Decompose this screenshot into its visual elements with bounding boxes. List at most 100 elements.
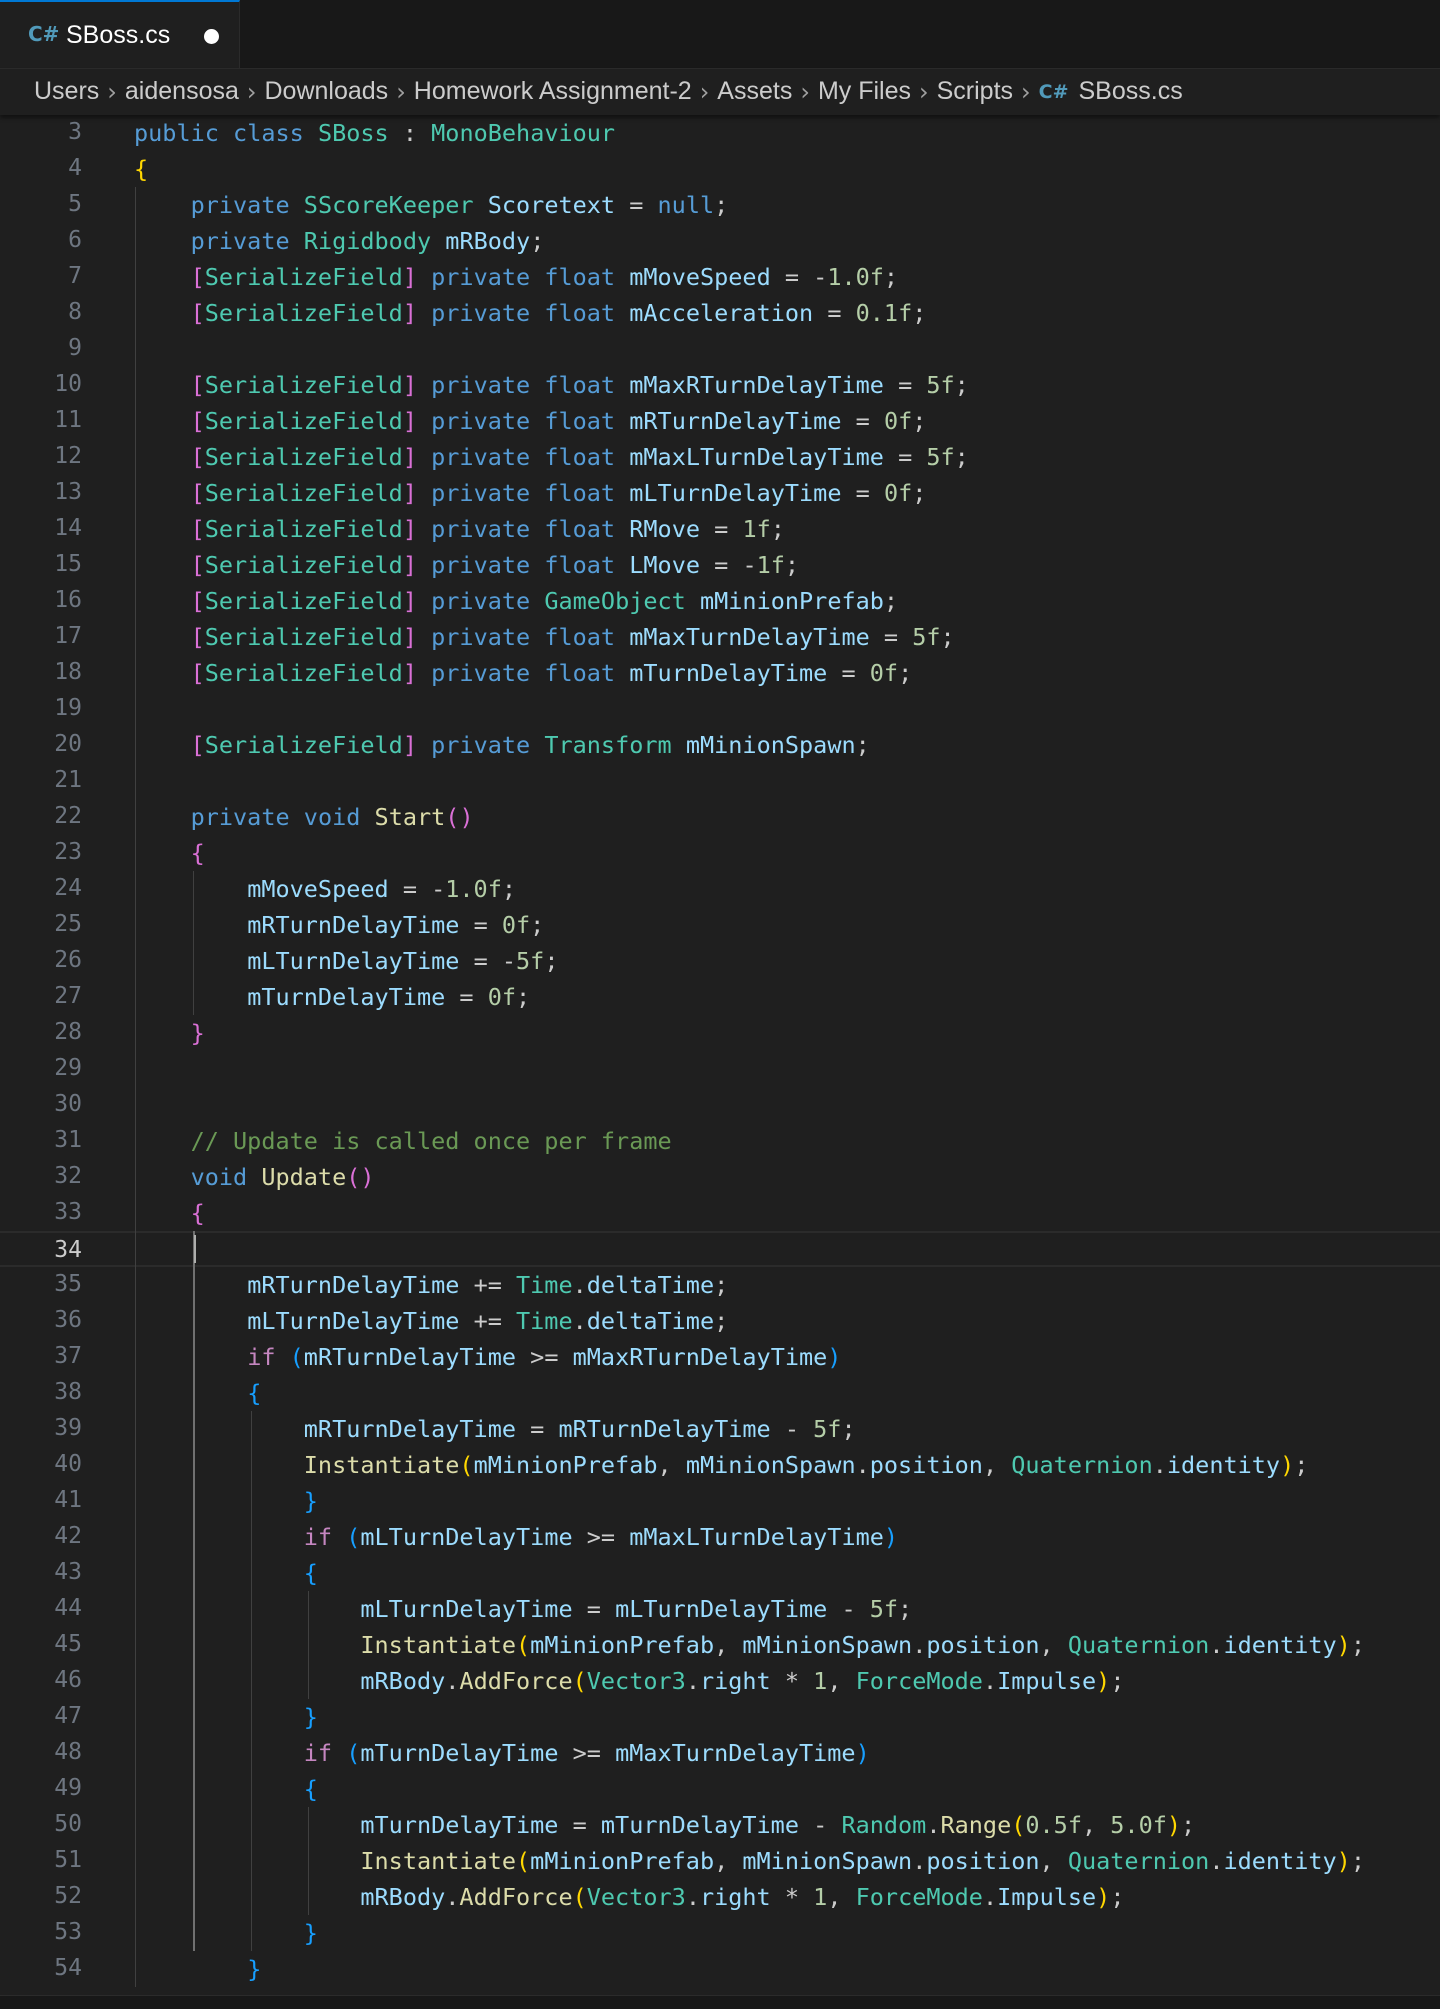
code-line[interactable]: 54 } bbox=[0, 1951, 1440, 1987]
line-number: 52 bbox=[54, 1883, 82, 1909]
code-text: if (mTurnDelayTime >= mMaxTurnDelayTime) bbox=[303, 1739, 870, 1767]
code-editor[interactable]: 3 public class SBoss : MonoBehaviour 4{5 p… bbox=[0, 115, 1440, 1995]
breadcrumb-item[interactable]: Users bbox=[34, 77, 99, 106]
code-line[interactable]: 46 mRBody.AddForce(Vector3.right * 1, Fo… bbox=[0, 1663, 1440, 1699]
code-text: Instantiate(mMinionPrefab, mMinionSpawn.… bbox=[303, 1451, 1309, 1479]
code-line[interactable]: 31 // Update is called once per frame bbox=[0, 1123, 1440, 1159]
code-line[interactable]: 50 mTurnDelayTime = mTurnDelayTime - Ran… bbox=[0, 1807, 1440, 1843]
code-line[interactable]: 4{ bbox=[0, 151, 1440, 187]
code-text: { bbox=[247, 1379, 262, 1407]
code-line[interactable]: 26 mLTurnDelayTime = -5f; bbox=[0, 943, 1440, 979]
line-number: 5 bbox=[68, 191, 82, 217]
code-text: [SerializeField] private float mMaxRTurn… bbox=[190, 371, 969, 399]
code-text: [SerializeField] private float mAccelera… bbox=[190, 299, 927, 327]
line-number: 13 bbox=[54, 479, 82, 505]
line-number: 39 bbox=[54, 1415, 82, 1441]
breadcrumb-item[interactable]: Homework Assignment-2 bbox=[414, 77, 692, 106]
code-line[interactable]: 52 mRBody.AddForce(Vector3.right * 1, Fo… bbox=[0, 1879, 1440, 1915]
code-text: mRBody.AddForce(Vector3.right * 1, Force… bbox=[360, 1883, 1125, 1911]
breadcrumb-item[interactable]: My Files bbox=[818, 77, 911, 106]
code-line[interactable]: 12 [SerializeField] private float mMaxLT… bbox=[0, 439, 1440, 475]
code-line[interactable]: 7 [SerializeField] private float mMoveSp… bbox=[0, 259, 1440, 295]
code-line[interactable]: 40 Instantiate(mMinionPrefab, mMinionSpa… bbox=[0, 1447, 1440, 1483]
code-line[interactable]: 43 { bbox=[0, 1555, 1440, 1591]
line-number: 28 bbox=[54, 1019, 82, 1045]
line-number: 35 bbox=[54, 1271, 82, 1297]
code-line[interactable]: 14 [SerializeField] private float RMove … bbox=[0, 511, 1440, 547]
code-line[interactable]: 28 } bbox=[0, 1015, 1440, 1051]
code-line[interactable]: 45 Instantiate(mMinionPrefab, mMinionSpa… bbox=[0, 1627, 1440, 1663]
code-line[interactable]: 33 { bbox=[0, 1195, 1440, 1231]
chevron-right-icon: › bbox=[246, 77, 257, 106]
code-line[interactable]: 38 { bbox=[0, 1375, 1440, 1411]
code-text: [SerializeField] private float mMaxTurnD… bbox=[190, 623, 955, 651]
code-line[interactable]: 37 if (mRTurnDelayTime >= mMaxRTurnDelay… bbox=[0, 1339, 1440, 1375]
breadcrumb-item[interactable]: aidensosa bbox=[125, 77, 239, 106]
code-text: } bbox=[190, 1019, 205, 1047]
tab-sboss-cs[interactable]: C# SBoss.cs bbox=[0, 0, 240, 68]
line-number: 47 bbox=[54, 1703, 82, 1729]
code-line[interactable]: 32 void Update() bbox=[0, 1159, 1440, 1195]
code-line[interactable]: 5 private SScoreKeeper Scoretext = null; bbox=[0, 187, 1440, 223]
code-line[interactable]: 9 bbox=[0, 331, 1440, 367]
code-line[interactable]: 27 mTurnDelayTime = 0f; bbox=[0, 979, 1440, 1015]
breadcrumb-file[interactable]: SBoss.cs bbox=[1079, 77, 1183, 106]
code-line[interactable]: 36 mLTurnDelayTime += Time.deltaTime; bbox=[0, 1303, 1440, 1339]
code-line[interactable]: 47 } bbox=[0, 1699, 1440, 1735]
breadcrumb-item[interactable]: Scripts bbox=[937, 77, 1013, 106]
line-number: 24 bbox=[54, 875, 82, 901]
line-number: 16 bbox=[54, 587, 82, 613]
line-number: 33 bbox=[54, 1199, 82, 1225]
code-line[interactable]: 16 [SerializeField] private GameObject m… bbox=[0, 583, 1440, 619]
code-line[interactable]: 19 bbox=[0, 691, 1440, 727]
code-line[interactable]: 21 bbox=[0, 763, 1440, 799]
code-line[interactable]: 23 { bbox=[0, 835, 1440, 871]
code-text: { bbox=[303, 1559, 318, 1587]
code-text: [SerializeField] private float mRTurnDel… bbox=[190, 407, 927, 435]
unsaved-dot-icon[interactable] bbox=[204, 29, 219, 44]
code-line[interactable]: 6 private Rigidbody mRBody; bbox=[0, 223, 1440, 259]
code-line[interactable]: 34 bbox=[0, 1231, 1440, 1267]
code-line[interactable]: 42 if (mLTurnDelayTime >= mMaxLTurnDelay… bbox=[0, 1519, 1440, 1555]
code-text: { bbox=[134, 155, 149, 183]
line-number: 36 bbox=[54, 1307, 82, 1333]
code-line[interactable]: 35 mRTurnDelayTime += Time.deltaTime; bbox=[0, 1267, 1440, 1303]
code-line[interactable]: 25 mRTurnDelayTime = 0f; bbox=[0, 907, 1440, 943]
code-line[interactable]: 29 bbox=[0, 1051, 1440, 1087]
code-text: mRTurnDelayTime = mRTurnDelayTime - 5f; bbox=[303, 1415, 856, 1443]
code-line[interactable]: 11 [SerializeField] private float mRTurn… bbox=[0, 403, 1440, 439]
code-text: { bbox=[190, 839, 205, 867]
chevron-right-icon: › bbox=[107, 77, 117, 106]
code-text: void Update() bbox=[190, 1163, 375, 1191]
indent-guide bbox=[193, 871, 194, 1015]
code-line[interactable]: 13 [SerializeField] private float mLTurn… bbox=[0, 475, 1440, 511]
code-text: [SerializeField] private float LMove = -… bbox=[190, 551, 800, 579]
line-number: 6 bbox=[68, 227, 82, 253]
code-line[interactable]: 53 } bbox=[0, 1915, 1440, 1951]
code-line[interactable]: 3 public class SBoss : MonoBehaviour bbox=[0, 115, 1440, 151]
code-line[interactable]: 49 { bbox=[0, 1771, 1440, 1807]
code-line[interactable]: 20 [SerializeField] private Transform mM… bbox=[0, 727, 1440, 763]
indent-guide bbox=[193, 1231, 195, 1951]
line-number: 26 bbox=[54, 947, 82, 973]
breadcrumb-item[interactable]: Downloads bbox=[265, 77, 389, 106]
code-line[interactable]: 30 bbox=[0, 1087, 1440, 1123]
code-line[interactable]: 10 [SerializeField] private float mMaxRT… bbox=[0, 367, 1440, 403]
code-line[interactable]: 48 if (mTurnDelayTime >= mMaxTurnDelayTi… bbox=[0, 1735, 1440, 1771]
line-number: 12 bbox=[54, 443, 82, 469]
code-line[interactable]: 39 mRTurnDelayTime = mRTurnDelayTime - 5… bbox=[0, 1411, 1440, 1447]
line-number: 42 bbox=[54, 1523, 82, 1549]
breadcrumb-item[interactable]: Assets bbox=[717, 77, 792, 106]
code-line[interactable]: 17 [SerializeField] private float mMaxTu… bbox=[0, 619, 1440, 655]
line-number: 27 bbox=[54, 983, 82, 1009]
code-line[interactable]: 44 mLTurnDelayTime = mLTurnDelayTime - 5… bbox=[0, 1591, 1440, 1627]
code-line[interactable]: 8 [SerializeField] private float mAccele… bbox=[0, 295, 1440, 331]
code-line[interactable]: 41 } bbox=[0, 1483, 1440, 1519]
code-line[interactable]: 18 [SerializeField] private float mTurnD… bbox=[0, 655, 1440, 691]
code-line[interactable]: 51 Instantiate(mMinionPrefab, mMinionSpa… bbox=[0, 1843, 1440, 1879]
code-text: if (mLTurnDelayTime >= mMaxLTurnDelayTim… bbox=[303, 1523, 899, 1551]
code-line[interactable]: 15 [SerializeField] private float LMove … bbox=[0, 547, 1440, 583]
code-text: [SerializeField] private float mMoveSpee… bbox=[190, 263, 899, 291]
code-line[interactable]: 22 private void Start() bbox=[0, 799, 1440, 835]
code-line[interactable]: 24 mMoveSpeed = -1.0f; bbox=[0, 871, 1440, 907]
